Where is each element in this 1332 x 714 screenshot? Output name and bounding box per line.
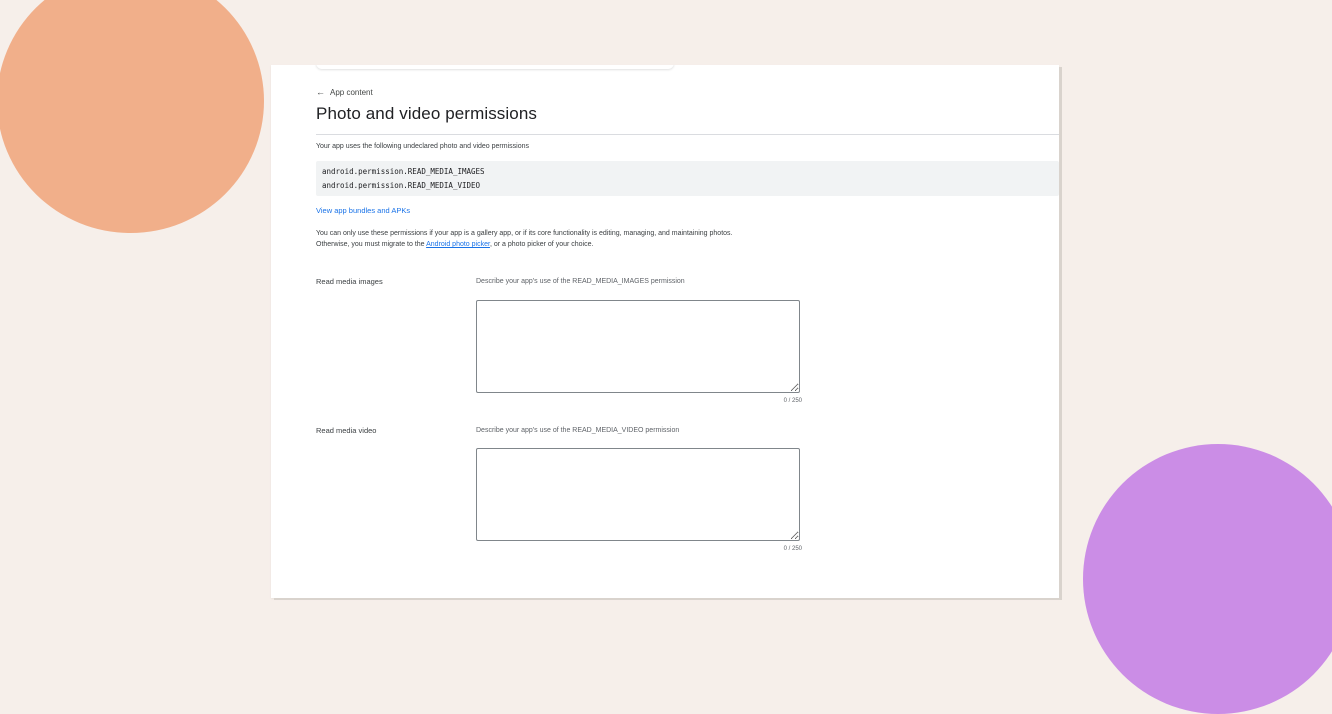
android-photo-picker-link[interactable]: Android photo picker (426, 241, 490, 248)
page-title: Photo and video permissions (316, 104, 537, 123)
read-media-images-label: Read media images (316, 277, 383, 286)
view-app-bundles-link[interactable]: View app bundles and APKs (316, 206, 410, 215)
read-media-images-textarea[interactable] (476, 300, 800, 393)
back-link-label: App content (330, 88, 373, 97)
read-media-images-counter: 0 / 250 (783, 398, 802, 404)
permission-item: android.permission.READ_MEDIA_IMAGES (322, 167, 485, 176)
back-to-app-content-link[interactable]: ← App content (316, 87, 373, 98)
permissions-code-block: android.permission.READ_MEDIA_IMAGES and… (316, 161, 1059, 196)
arrow-left-icon: ← (316, 87, 325, 97)
read-media-video-counter: 0 / 250 (783, 546, 802, 552)
policy-text: You can only use these permissions if yo… (316, 228, 836, 250)
read-media-video-label: Read media video (316, 426, 377, 435)
decorative-orange-circle (0, 0, 264, 233)
header-divider (316, 134, 1059, 135)
policy-line-2-prefix: Otherwise, you must migrate to the (316, 241, 427, 248)
top-panel-edge (316, 65, 674, 69)
read-media-images-description: Describe your app's use of the READ_MEDI… (476, 278, 685, 285)
policy-line-2-suffix: , or a photo picker of your choice. (489, 241, 594, 248)
read-media-video-description: Describe your app's use of the READ_MEDI… (476, 427, 680, 434)
permissions-card: ← App content Photo and video permission… (271, 65, 1059, 598)
intro-text: Your app uses the following undeclared p… (316, 143, 529, 150)
permission-item: android.permission.READ_MEDIA_VIDEO (322, 181, 481, 190)
policy-line-1: You can only use these permissions if yo… (316, 230, 733, 237)
decorative-purple-circle (1083, 444, 1332, 714)
read-media-video-textarea[interactable] (476, 448, 800, 541)
